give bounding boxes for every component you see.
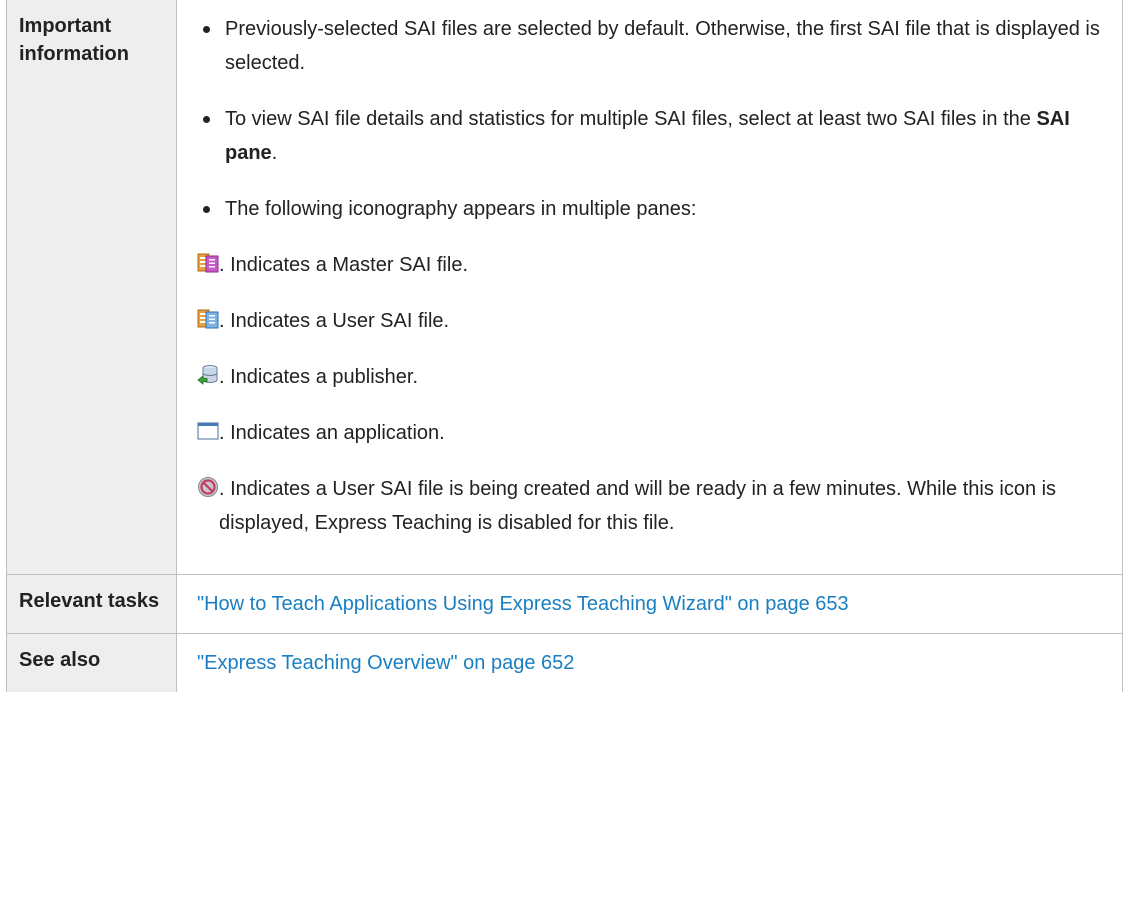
iconography-intro: The following iconography appears in mul… <box>225 198 697 220</box>
icon-legend-text: . Indicates a User SAI file is being cre… <box>219 478 1057 534</box>
creating-disabled-icon <box>197 476 219 498</box>
bullet-item-iconography: The following iconography appears in mul… <box>197 192 1108 540</box>
bullet-text-before: To view SAI file details and statistics … <box>225 108 1037 130</box>
user-sai-file-icon <box>197 308 219 330</box>
label-important-information: Important information <box>6 0 177 575</box>
icon-legend-master: . Indicates a Master SAI file. <box>197 248 1108 282</box>
icon-legend-text: . Indicates a User SAI file. <box>219 310 450 332</box>
icon-legend-text: . Indicates an application. <box>219 422 445 444</box>
icon-legend-text: . Indicates a publisher. <box>219 366 419 388</box>
label-relevant-tasks: Relevant tasks <box>6 574 177 634</box>
bullet-list: Previously-selected SAI files are select… <box>197 12 1108 540</box>
row-important-information: Important information Previously-selecte… <box>6 0 1123 575</box>
content-important-information: Previously-selected SAI files are select… <box>176 0 1123 575</box>
icon-legend-text: . Indicates a Master SAI file. <box>219 254 468 276</box>
content-relevant-tasks: "How to Teach Applications Using Express… <box>176 574 1123 634</box>
application-window-icon <box>197 420 219 442</box>
info-table: Important information Previously-selecte… <box>6 0 1123 692</box>
row-see-also: See also "Express Teaching Overview" on … <box>6 633 1123 692</box>
icon-legend-user: . Indicates a User SAI file. <box>197 304 1108 338</box>
icon-legend-creating: . Indicates a User SAI file is being cre… <box>197 472 1108 540</box>
link-how-to-teach-applications[interactable]: "How to Teach Applications Using Express… <box>197 593 849 615</box>
icon-legend-publisher: . Indicates a publisher. <box>197 360 1108 394</box>
link-express-teaching-overview[interactable]: "Express Teaching Overview" on page 652 <box>197 652 574 674</box>
label-see-also: See also <box>6 633 177 692</box>
row-relevant-tasks: Relevant tasks "How to Teach Application… <box>6 574 1123 634</box>
bullet-item-default-selection: Previously-selected SAI files are select… <box>197 12 1108 80</box>
icon-legend-application: . Indicates an application. <box>197 416 1108 450</box>
bullet-item-multiple-files: To view SAI file details and statistics … <box>197 102 1108 170</box>
bullet-text-after: . <box>271 142 278 164</box>
content-see-also: "Express Teaching Overview" on page 652 <box>176 633 1123 692</box>
publisher-icon <box>197 364 219 386</box>
master-sai-file-icon <box>197 252 219 274</box>
